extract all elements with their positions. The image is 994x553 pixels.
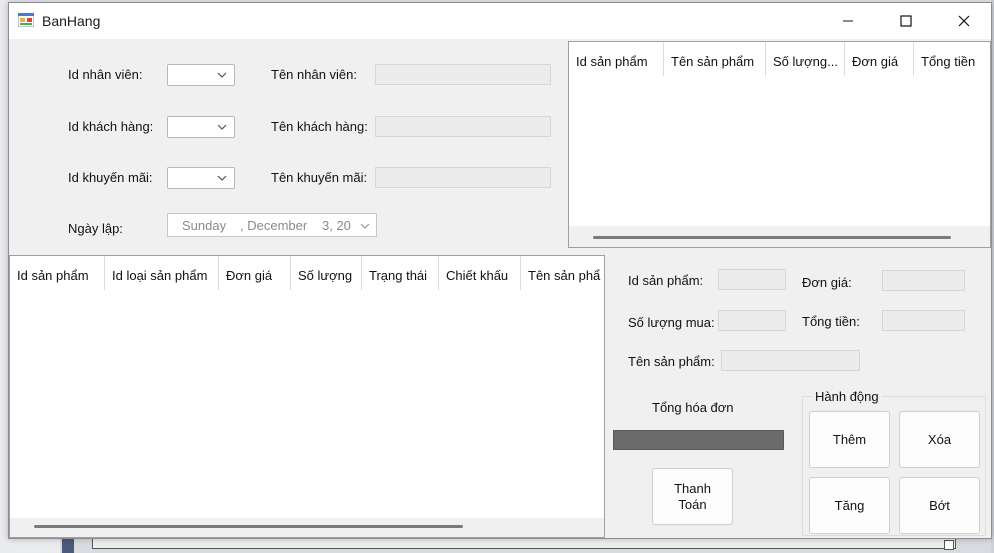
background-resize-handle bbox=[944, 540, 954, 550]
products-grid-scrollbar[interactable] bbox=[34, 525, 463, 528]
cart-column-header[interactable]: Tổng tiền bbox=[914, 42, 990, 76]
detail-quantity-label: Số lượng mua: bbox=[628, 315, 715, 330]
cart-column-header[interactable]: Id sản phẩm bbox=[569, 42, 664, 76]
products-grid-body bbox=[10, 290, 604, 518]
products-column-header[interactable]: Tên sản phẩ bbox=[521, 256, 604, 290]
products-column-header[interactable]: Id sản phẩm bbox=[10, 256, 105, 290]
detail-unit-price-label: Đơn giá: bbox=[802, 275, 852, 290]
minimize-icon bbox=[843, 20, 853, 22]
cart-column-header[interactable]: Tên sản phẩm bbox=[664, 42, 766, 76]
date-day-year: 3, 20 bbox=[322, 218, 351, 233]
pay-button[interactable]: Thanh Toán bbox=[652, 468, 733, 525]
products-column-header[interactable]: Đơn giá bbox=[219, 256, 291, 290]
detail-product-id-label: Id sản phẩm: bbox=[628, 273, 704, 288]
window-title: BanHang bbox=[42, 13, 101, 29]
products-column-header[interactable]: Số lượng bbox=[291, 256, 362, 290]
promo-id-combobox[interactable] bbox=[167, 167, 235, 189]
maximize-button[interactable] bbox=[877, 3, 935, 39]
employee-id-label: Id nhân viên: bbox=[68, 67, 143, 82]
chevron-down-icon bbox=[217, 175, 227, 181]
decrease-button[interactable]: Bớt bbox=[899, 477, 980, 534]
detail-total-label: Tổng tiền: bbox=[802, 314, 860, 329]
date-picker[interactable]: Sunday , December 3, 20 bbox=[167, 213, 377, 237]
date-weekday: Sunday bbox=[182, 218, 227, 233]
maximize-icon bbox=[900, 15, 912, 27]
promo-name-label: Tên khuyến mãi: bbox=[271, 170, 368, 185]
pay-button-line2: Toán bbox=[678, 496, 707, 512]
increase-button[interactable]: Tăng bbox=[809, 477, 890, 534]
pay-button-line1: Thanh bbox=[674, 480, 711, 496]
close-icon bbox=[958, 15, 970, 27]
products-column-header[interactable]: Id loại sản phẩm bbox=[105, 256, 219, 290]
add-button[interactable]: Thêm bbox=[809, 411, 890, 468]
actions-group-title: Hành động bbox=[812, 389, 882, 404]
promo-id-label: Id khuyến mãi: bbox=[68, 170, 153, 185]
invoice-total-label: Tổng hóa đơn bbox=[652, 400, 734, 415]
products-column-header[interactable]: Trạng thái bbox=[362, 256, 439, 290]
products-grid-header: Id sản phẩm Id loại sản phẩm Đơn giá Số … bbox=[10, 256, 604, 290]
detail-unit-price-field[interactable] bbox=[882, 270, 965, 291]
date-month: , December bbox=[240, 218, 308, 233]
promo-name-field[interactable] bbox=[375, 167, 551, 188]
chevron-down-icon bbox=[217, 124, 227, 130]
title-bar: BanHang bbox=[9, 3, 991, 39]
detail-product-id-field[interactable] bbox=[718, 269, 786, 290]
customer-id-label: Id khách hàng: bbox=[68, 119, 154, 134]
detail-product-name-field[interactable] bbox=[721, 350, 860, 371]
cart-grid-header: Id sản phẩm Tên sản phẩm Số lượng... Đơn… bbox=[569, 42, 990, 76]
cart-grid-body bbox=[569, 76, 990, 226]
winforms-app-icon bbox=[18, 13, 34, 27]
date-label: Ngày lập: bbox=[68, 221, 123, 236]
customer-id-combobox[interactable] bbox=[167, 116, 235, 138]
customer-name-field[interactable] bbox=[375, 116, 551, 137]
cart-grid-scrollbar[interactable] bbox=[593, 236, 951, 239]
minimize-button[interactable] bbox=[819, 3, 877, 39]
chevron-down-icon bbox=[217, 72, 227, 78]
employee-id-combobox[interactable] bbox=[167, 64, 235, 86]
chevron-down-icon bbox=[360, 223, 370, 229]
detail-product-name-label: Tên sản phẩm: bbox=[628, 354, 715, 369]
cart-column-header[interactable]: Số lượng... bbox=[766, 42, 845, 76]
invoice-progress-bar bbox=[613, 430, 784, 450]
cart-grid[interactable]: Id sản phẩm Tên sản phẩm Số lượng... Đơn… bbox=[568, 41, 991, 248]
customer-name-label: Tên khách hàng: bbox=[271, 119, 368, 134]
employee-name-field[interactable] bbox=[375, 64, 551, 85]
detail-total-field[interactable] bbox=[882, 310, 965, 331]
close-button[interactable] bbox=[935, 3, 993, 39]
products-column-header[interactable]: Chiết khấu bbox=[439, 256, 521, 290]
detail-quantity-field[interactable] bbox=[718, 310, 786, 331]
employee-name-label: Tên nhân viên: bbox=[271, 67, 358, 82]
background-dark-edge bbox=[62, 538, 74, 553]
products-grid[interactable]: Id sản phẩm Id loại sản phẩm Đơn giá Số … bbox=[9, 255, 605, 538]
delete-button[interactable]: Xóa bbox=[899, 411, 980, 468]
cart-column-header[interactable]: Đơn giá bbox=[845, 42, 914, 76]
banhang-window: BanHang Id nhân viên: Tên nhân viên: Id … bbox=[8, 2, 992, 539]
